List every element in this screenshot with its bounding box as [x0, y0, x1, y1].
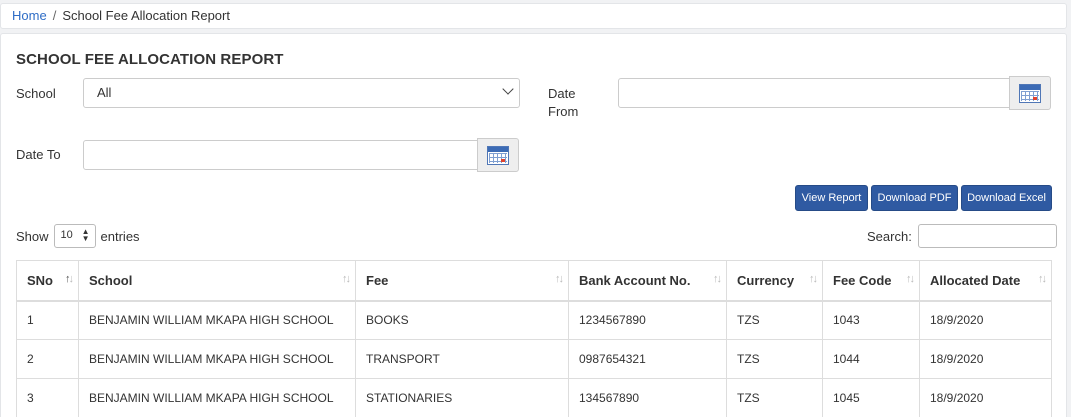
- cell-currency: TZS: [726, 300, 823, 340]
- column-header-school[interactable]: School ↑↓: [78, 260, 356, 302]
- cell-fee: TRANSPORT: [355, 339, 569, 379]
- date-to-input[interactable]: [83, 140, 479, 170]
- school-label: School: [16, 86, 56, 101]
- search-input[interactable]: [917, 224, 1057, 248]
- sort-icon: ↑↓: [342, 273, 351, 285]
- cell-fee-code: 1044: [822, 339, 920, 379]
- cell-school: BENJAMIN WILLIAM MKAPA HIGH SCHOOL: [78, 378, 356, 417]
- sort-icon: ↑↓: [555, 273, 564, 285]
- show-label: Show: [16, 228, 49, 244]
- column-header-fee-code[interactable]: Fee Code ↑↓: [822, 260, 920, 302]
- sort-icon: ↑↓: [906, 273, 915, 285]
- cell-school: BENJAMIN WILLIAM MKAPA HIGH SCHOOL: [78, 300, 356, 340]
- date-from-calendar-button[interactable]: [1009, 76, 1051, 110]
- table-row: 2 BENJAMIN WILLIAM MKAPA HIGH SCHOOL TRA…: [16, 339, 1052, 379]
- sort-icon: ↑↓: [1038, 273, 1047, 285]
- entries-select-value: 10: [60, 229, 73, 241]
- column-header-allocated-date[interactable]: Allocated Date ↑↓: [919, 260, 1052, 302]
- cell-fee: STATIONARIES: [355, 378, 569, 417]
- download-pdf-button[interactable]: Download PDF: [871, 185, 958, 211]
- sort-icon: ↑↓: [809, 273, 818, 285]
- breadcrumb-home-link[interactable]: Home: [12, 8, 47, 23]
- column-header-sno[interactable]: SNo ↑↓: [16, 260, 79, 302]
- cell-fee-code: 1045: [822, 378, 920, 417]
- cell-allocated-date: 18/9/2020: [919, 339, 1052, 379]
- download-excel-button[interactable]: Download Excel: [961, 185, 1052, 211]
- school-select[interactable]: All: [83, 78, 520, 108]
- cell-sno: 2: [16, 339, 79, 379]
- entries-select[interactable]: 10 ▲ ▼: [53, 224, 96, 248]
- sort-icon: ↑↓: [713, 273, 722, 285]
- breadcrumb-current: School Fee Allocation Report: [62, 8, 230, 23]
- column-header-bank-account[interactable]: Bank Account No. ↑↓: [568, 260, 727, 302]
- search-label: Search:: [867, 228, 912, 244]
- cell-allocated-date: 18/9/2020: [919, 300, 1052, 340]
- cell-currency: TZS: [726, 339, 823, 379]
- table-row: 1 BENJAMIN WILLIAM MKAPA HIGH SCHOOL BOO…: [16, 300, 1052, 340]
- date-from-input[interactable]: [618, 78, 1010, 108]
- cell-bank-account: 134567890: [568, 378, 727, 417]
- report-panel: SCHOOL FEE ALLOCATION REPORT School All …: [0, 33, 1067, 417]
- cell-allocated-date: 18/9/2020: [919, 378, 1052, 417]
- sort-asc-icon: ↑↓: [65, 273, 74, 285]
- date-from-label-line2: From: [548, 104, 579, 119]
- column-header-label: Fee: [366, 272, 389, 288]
- breadcrumb: Home / School Fee Allocation Report: [0, 3, 1067, 29]
- table-search: Search:: [867, 224, 1057, 248]
- date-to-calendar-button[interactable]: [477, 138, 519, 172]
- cell-fee-code: 1043: [822, 300, 920, 340]
- cell-sno: 3: [16, 378, 79, 417]
- table-row: 3 BENJAMIN WILLIAM MKAPA HIGH SCHOOL STA…: [16, 378, 1052, 417]
- date-from-label-line1: Date: [548, 86, 576, 101]
- school-select-value: All: [97, 85, 112, 100]
- cell-school: BENJAMIN WILLIAM MKAPA HIGH SCHOOL: [78, 339, 356, 379]
- page-title: SCHOOL FEE ALLOCATION REPORT: [16, 51, 284, 68]
- calendar-icon: [487, 145, 509, 165]
- column-header-fee[interactable]: Fee ↑↓: [355, 260, 569, 302]
- column-header-label: Bank Account No.: [579, 272, 691, 288]
- date-from-label: Date From: [548, 85, 578, 121]
- column-header-label: Currency: [737, 272, 795, 288]
- breadcrumb-separator: /: [52, 8, 57, 23]
- column-header-label: SNo: [27, 272, 53, 288]
- cell-currency: TZS: [726, 378, 823, 417]
- entries-label: entries: [100, 228, 140, 244]
- column-header-label: Allocated Date: [930, 272, 1021, 288]
- column-header-currency[interactable]: Currency ↑↓: [726, 260, 823, 302]
- allocation-table: SNo ↑↓ School ↑↓ Fee ↑↓ Bank Account No. ↑↓ …: [16, 260, 1052, 417]
- table-header-row: SNo ↑↓ School ↑↓ Fee ↑↓ Bank Account No. ↑↓ …: [16, 260, 1052, 302]
- entries-length-control: Show 10 ▲ ▼ entries: [16, 224, 140, 248]
- date-to-label: Date To: [16, 147, 61, 162]
- cell-bank-account: 0987654321: [568, 339, 727, 379]
- cell-fee: BOOKS: [355, 300, 569, 340]
- view-report-button[interactable]: View Report: [795, 185, 868, 211]
- chevron-down-icon: [502, 83, 514, 95]
- cell-bank-account: 1234567890: [568, 300, 727, 340]
- cell-sno: 1: [16, 300, 79, 340]
- column-header-label: School: [89, 272, 133, 288]
- calendar-icon: [1019, 83, 1041, 103]
- sort-updown-icon: ▲ ▼: [81, 227, 90, 243]
- column-header-label: Fee Code: [833, 272, 892, 288]
